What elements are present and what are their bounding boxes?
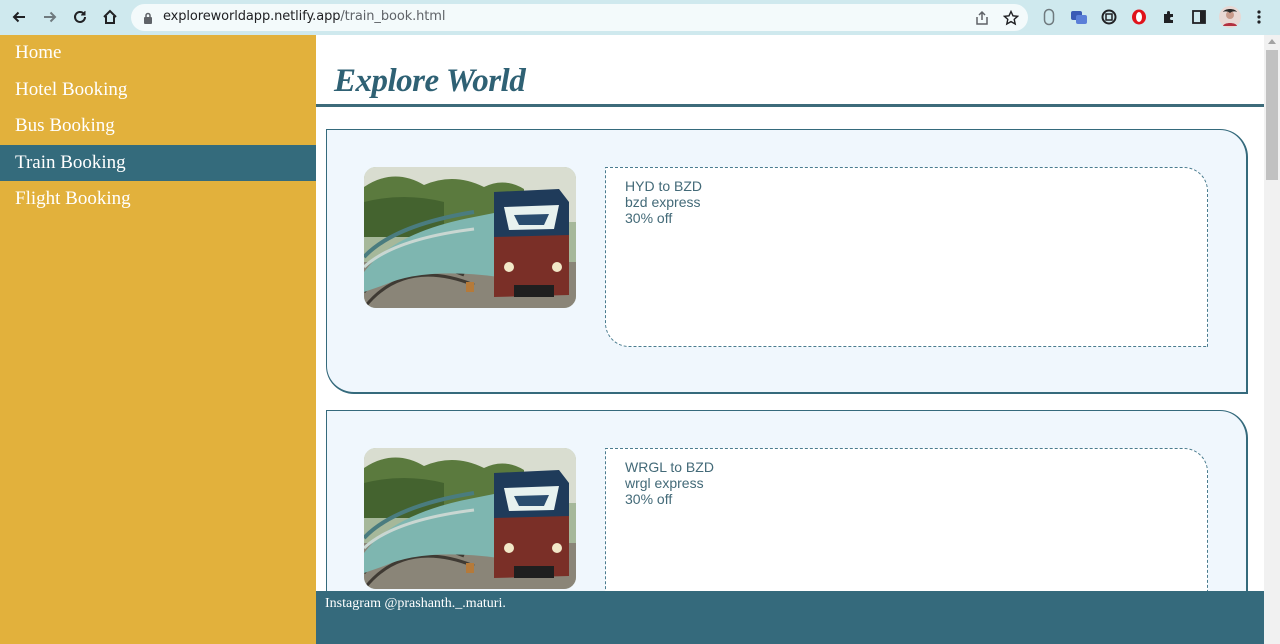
bookmark-star-icon[interactable] <box>1002 9 1020 27</box>
instagram-link[interactable]: Instagram @prashanth._.maturi. <box>325 596 506 612</box>
forward-icon[interactable] <box>38 5 62 29</box>
train-details: HYD to BZD bzd express 30% off <box>605 167 1208 347</box>
sidebar-item-hotel-booking[interactable]: Hotel Booking <box>0 72 316 109</box>
scroll-up-arrow-icon[interactable] <box>1268 39 1276 44</box>
page-scrollbar[interactable] <box>1264 35 1280 644</box>
train-name-text: bzd express <box>625 194 701 210</box>
main-content: Explore World HYD to BZD bzd express 30%… <box>316 35 1264 644</box>
lock-icon[interactable] <box>143 11 153 29</box>
more-menu-icon[interactable] <box>1250 8 1268 26</box>
train-image <box>364 167 576 308</box>
route-text: WRGL to BZD <box>625 459 714 475</box>
route-text: HYD to BZD <box>625 178 703 194</box>
reload-icon[interactable] <box>68 5 92 29</box>
sidebar: Home Hotel Booking Bus Booking Train Boo… <box>0 35 316 644</box>
browser-toolbar: exploreworldapp.netlify.app/train_book.h… <box>0 0 1280 35</box>
side-panel-icon[interactable] <box>1190 8 1208 26</box>
sidebar-item-flight-booking[interactable]: Flight Booking <box>0 181 316 218</box>
sidebar-item-train-booking[interactable]: Train Booking <box>0 144 316 181</box>
title-divider <box>316 104 1264 107</box>
offer-text: 30% off <box>625 491 673 507</box>
share-icon[interactable] <box>973 9 991 27</box>
footer: Instagram @prashanth._.maturi. <box>316 591 1264 644</box>
puzzle-extensions-icon[interactable] <box>1160 8 1178 26</box>
profile-avatar[interactable] <box>1219 6 1241 28</box>
opera-icon[interactable] <box>1130 8 1148 26</box>
sidebar-item-home[interactable]: Home <box>0 35 316 72</box>
url-text[interactable]: exploreworldapp.netlify.app/train_book.h… <box>163 9 445 24</box>
page-title: Explore World <box>334 63 526 99</box>
extension-capsule-icon[interactable] <box>1040 8 1058 26</box>
sidebar-item-bus-booking[interactable]: Bus Booking <box>0 108 316 145</box>
extension-copy-icon[interactable] <box>1100 8 1118 26</box>
home-icon[interactable] <box>98 5 122 29</box>
back-icon[interactable] <box>7 5 31 29</box>
train-image <box>364 448 576 589</box>
scrollbar-thumb[interactable] <box>1266 50 1278 180</box>
address-bar[interactable]: exploreworldapp.netlify.app/train_book.h… <box>131 4 1028 31</box>
train-name-text: wrgl express <box>625 475 704 491</box>
extension-chat-icon[interactable] <box>1070 8 1088 26</box>
train-card: HYD to BZD bzd express 30% off <box>326 129 1248 394</box>
offer-text: 30% off <box>625 210 673 226</box>
